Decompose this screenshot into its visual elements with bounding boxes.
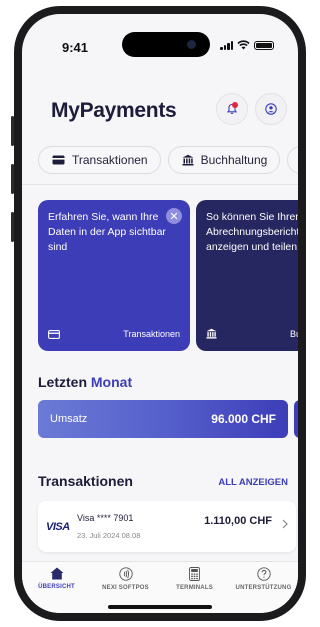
app-screen: 9:41 MyPayments Transaktionen Buchhaltun…	[22, 14, 298, 613]
help-icon	[256, 567, 271, 581]
home-indicator	[108, 605, 212, 609]
next-kpi-card[interactable]	[294, 400, 298, 438]
nav-label: ÜBERSICHT	[38, 584, 75, 590]
chevron-right-icon	[282, 519, 288, 529]
card-footer: Transaktionen	[48, 329, 180, 339]
profile-button[interactable]	[255, 93, 287, 125]
user-icon	[265, 103, 277, 115]
filter-chips: Transaktionen Buchhaltung	[38, 146, 298, 174]
nav-label: TERMINALS	[176, 585, 213, 591]
contactless-icon	[118, 567, 133, 581]
revenue-card[interactable]: Umsatz 96.000 CHF	[38, 400, 288, 438]
header-divider	[22, 184, 298, 185]
transaction-card: Visa **** 7901	[77, 513, 134, 523]
transaction-date: 23. Juli 2024 08.08	[77, 531, 141, 540]
chip-label: Transaktionen	[72, 153, 148, 167]
revenue-label: Umsatz	[50, 413, 88, 425]
bank-icon	[182, 154, 194, 166]
battery-icon	[254, 40, 274, 50]
camera-icon	[187, 40, 196, 49]
card-footer-label: Buchhaltung	[290, 328, 298, 339]
transaction-row[interactable]: VISA Visa **** 7901 23. Juli 2024 08.08 …	[38, 501, 296, 552]
phone-frame: 9:41 MyPayments Transaktionen Buchhaltun…	[11, 6, 306, 621]
dynamic-island	[122, 32, 210, 57]
home-icon	[50, 567, 63, 580]
info-card-data-visibility[interactable]: Erfahren Sie, wann Ihre Daten in der App…	[38, 200, 190, 351]
period-selector[interactable]: Monat	[91, 374, 132, 390]
transaction-amount: 1.110,00 CHF	[204, 515, 272, 527]
chip-label: Buchhaltung	[200, 153, 268, 167]
signal-icon	[220, 40, 233, 50]
chip-statistik[interactable]	[287, 146, 298, 174]
chip-buchhaltung[interactable]: Buchhaltung	[167, 146, 281, 174]
section-title-last-month: Letzten Monat	[38, 374, 132, 390]
terminal-icon	[189, 567, 200, 581]
nav-label: NEXI SOFTPOS	[102, 585, 149, 591]
page-title: MyPayments	[51, 99, 177, 122]
visa-logo: VISA	[46, 521, 70, 533]
nav-label: UNTERSTÜTZUNG	[235, 585, 292, 591]
notifications-button[interactable]	[216, 93, 248, 125]
nav-overview[interactable]: ÜBERSICHT	[22, 562, 91, 613]
card-text: Erfahren Sie, wann Ihre Daten in der App…	[48, 211, 166, 253]
wifi-icon	[237, 40, 250, 50]
status-bar: 9:41	[22, 14, 298, 58]
card-footer-label: Transaktionen	[123, 329, 180, 339]
chip-transaktionen[interactable]: Transaktionen	[38, 146, 161, 174]
card-icon	[48, 329, 60, 339]
section-title-prefix: Letzten	[38, 374, 87, 390]
revenue-value: 96.000 CHF	[211, 412, 276, 426]
nav-support[interactable]: UNTERSTÜTZUNG	[229, 562, 298, 613]
card-footer: Buchhaltung	[206, 328, 298, 339]
show-all-link[interactable]: ALL ANZEIGEN	[218, 477, 288, 488]
card-icon	[52, 155, 65, 165]
close-icon[interactable]: ✕	[166, 208, 182, 224]
bottom-nav: ÜBERSICHT NEXI SOFTPOS TERMINALS UNTERST…	[22, 561, 298, 613]
card-text: So können Sie Ihren Abrechnungsbericht a…	[206, 211, 298, 253]
status-time: 9:41	[62, 40, 89, 55]
transactions-title: Transaktionen	[38, 473, 133, 489]
status-icons	[220, 40, 274, 50]
info-card-report[interactable]: So können Sie Ihren Abrechnungsbericht a…	[196, 200, 298, 351]
bank-icon	[206, 328, 217, 339]
notification-badge	[232, 102, 238, 108]
